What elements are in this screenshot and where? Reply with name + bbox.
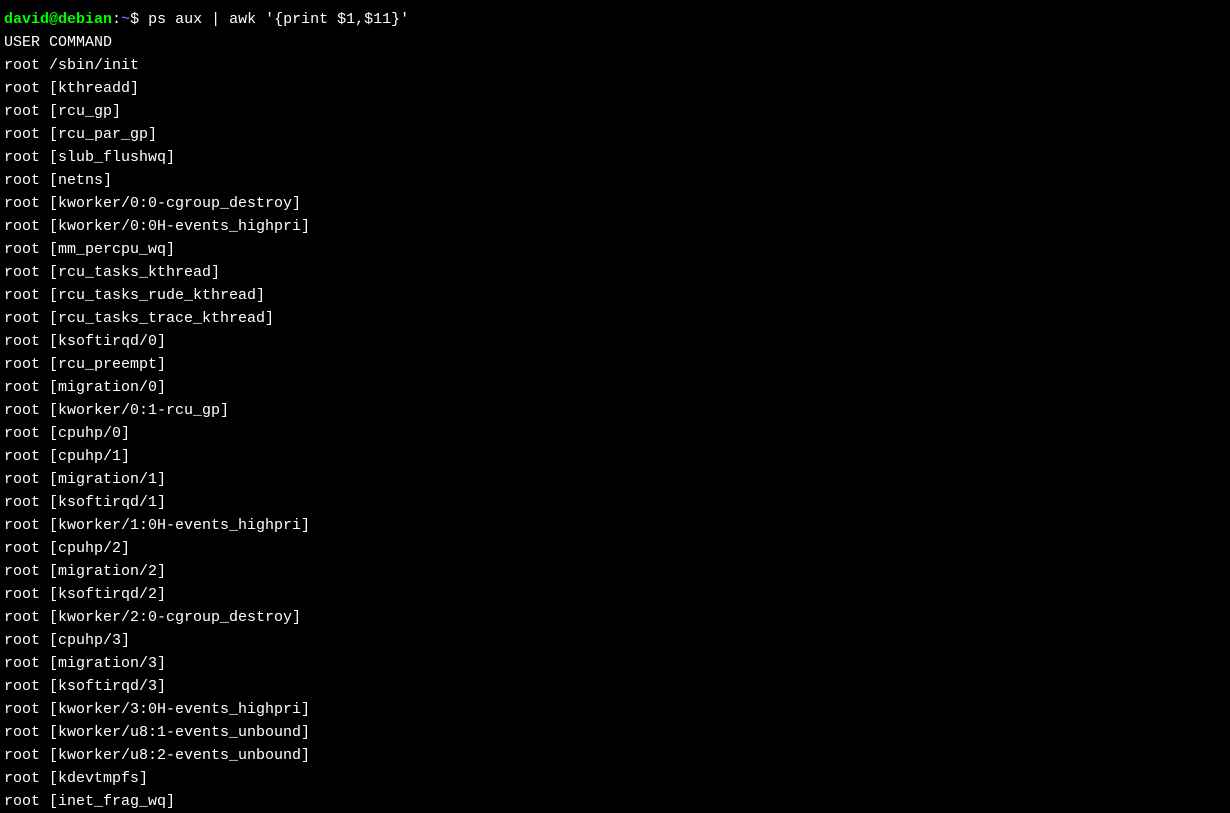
output-line: root [mm_percpu_wq] [4, 238, 1226, 261]
output-line: root [kworker/3:0H-events_highpri] [4, 698, 1226, 721]
terminal-output[interactable]: david@debian:~$ ps aux | awk '{print $1,… [4, 8, 1226, 813]
output-line: root [kworker/1:0H-events_highpri] [4, 514, 1226, 537]
prompt-colon: : [112, 11, 121, 28]
output-container: root /sbin/initroot [kthreadd]root [rcu_… [4, 54, 1226, 813]
output-line: root [kworker/u8:1-events_unbound] [4, 721, 1226, 744]
prompt-at: @ [49, 11, 58, 28]
output-line: root [ksoftirqd/2] [4, 583, 1226, 606]
prompt-line: david@debian:~$ ps aux | awk '{print $1,… [4, 8, 1226, 31]
output-line: root [rcu_par_gp] [4, 123, 1226, 146]
output-line: root [rcu_gp] [4, 100, 1226, 123]
output-line: root [kworker/u8:2-events_unbound] [4, 744, 1226, 767]
output-line: root [kworker/0:1-rcu_gp] [4, 399, 1226, 422]
output-line: root [kthreadd] [4, 77, 1226, 100]
output-line: root [slub_flushwq] [4, 146, 1226, 169]
output-line: root [cpuhp/1] [4, 445, 1226, 468]
prompt-host: debian [58, 11, 112, 28]
output-line: root [ksoftirqd/3] [4, 675, 1226, 698]
output-line: root [rcu_tasks_trace_kthread] [4, 307, 1226, 330]
output-line: root [cpuhp/3] [4, 629, 1226, 652]
output-line: root [kworker/0:0-cgroup_destroy] [4, 192, 1226, 215]
output-line: root [migration/3] [4, 652, 1226, 675]
output-line: root [migration/0] [4, 376, 1226, 399]
output-line: root /sbin/init [4, 54, 1226, 77]
command-text: ps aux | awk '{print $1,$11}' [148, 11, 409, 28]
output-line: root [netns] [4, 169, 1226, 192]
output-line: root [kworker/2:0-cgroup_destroy] [4, 606, 1226, 629]
output-line: root [kdevtmpfs] [4, 767, 1226, 790]
output-line: root [ksoftirqd/1] [4, 491, 1226, 514]
output-line: root [cpuhp/2] [4, 537, 1226, 560]
output-line: root [migration/2] [4, 560, 1226, 583]
output-line: root [rcu_tasks_kthread] [4, 261, 1226, 284]
output-line: root [ksoftirqd/0] [4, 330, 1226, 353]
output-line: root [kworker/0:0H-events_highpri] [4, 215, 1226, 238]
output-line: root [migration/1] [4, 468, 1226, 491]
output-line: root [cpuhp/0] [4, 422, 1226, 445]
output-header: USER COMMAND [4, 31, 1226, 54]
prompt-path: ~ [121, 11, 130, 28]
prompt-user: david [4, 11, 49, 28]
output-line: root [rcu_preempt] [4, 353, 1226, 376]
prompt-dollar: $ [130, 11, 148, 28]
output-line: root [rcu_tasks_rude_kthread] [4, 284, 1226, 307]
